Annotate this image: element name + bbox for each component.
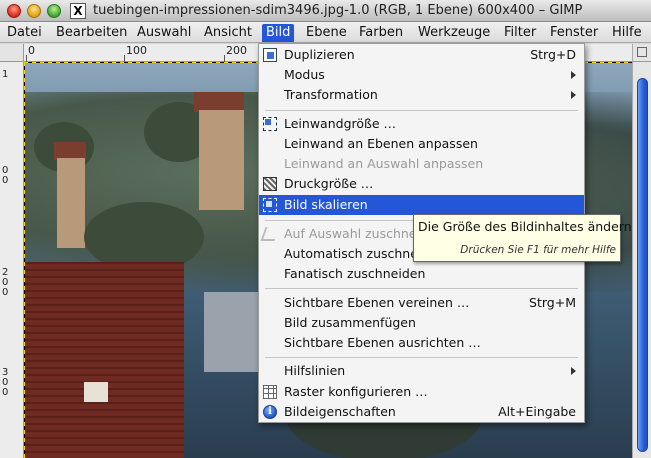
- minimize-window-button[interactable]: [27, 4, 41, 18]
- menu-item-label: Transformation: [284, 87, 378, 102]
- ruler-tick: [26, 55, 27, 62]
- menu-item-label: Bildeigenschaften: [284, 404, 396, 419]
- menu-item-label: Duplizieren: [284, 47, 355, 62]
- ruler-tick: [124, 55, 125, 62]
- canvas-size-icon: [263, 117, 277, 131]
- print-size-icon: [263, 177, 277, 191]
- menu-item-sichtbare-ebenen-vereinen[interactable]: Sichtbare Ebenen vereinen … Strg+M: [259, 293, 584, 313]
- crop-icon: [260, 227, 280, 241]
- menu-item-shortcut: Alt+Eingabe: [498, 404, 576, 419]
- ruler-label: 200: [226, 44, 247, 57]
- ruler-label: 0: [2, 165, 9, 176]
- menu-bild[interactable]: Bild: [262, 24, 295, 42]
- menubar: Datei Bearbeiten Auswahl Ansicht Bild Eb…: [0, 22, 651, 43]
- menu-hilfe[interactable]: Hilfe: [608, 24, 646, 42]
- menu-item-shortcut: Strg+M: [529, 295, 576, 310]
- menu-filter[interactable]: Filter: [500, 24, 540, 42]
- menu-item-label: Modus: [284, 67, 325, 82]
- ruler-label: 3: [2, 367, 9, 378]
- menu-item-shortcut: Strg+D: [530, 47, 576, 62]
- ruler-label: 0: [2, 377, 9, 388]
- menu-item-label: Sichtbare Ebenen vereinen …: [284, 295, 470, 310]
- menu-ebene[interactable]: Ebene: [302, 24, 351, 42]
- menu-item-label: Raster konfigurieren …: [284, 384, 428, 399]
- tooltip-hint: Drücken Sie F1 für mehr Hilfe: [460, 244, 616, 256]
- menu-farben[interactable]: Farben: [355, 24, 407, 42]
- navigate-button[interactable]: [632, 44, 651, 62]
- ruler-label: 0: [2, 287, 9, 298]
- ruler-tick: [224, 55, 225, 62]
- menu-item-label: Bild zusammenfügen: [284, 315, 416, 330]
- menu-item-leinwand-an-ebenen[interactable]: Leinwand an Ebenen anpassen: [259, 134, 584, 154]
- menu-datei[interactable]: Datei: [3, 24, 46, 42]
- photo-roof: [194, 92, 244, 112]
- menu-item-label: Druckgröße …: [284, 176, 374, 191]
- photo-red-roof: [24, 262, 184, 458]
- menu-bearbeiten[interactable]: Bearbeiten: [52, 24, 131, 42]
- menu-item-sichtbare-ebenen-ausrichten[interactable]: Sichtbare Ebenen ausrichten …: [259, 333, 584, 353]
- scale-image-icon: [263, 198, 277, 212]
- vertical-ruler[interactable]: 1 0 0 2 0 0 3 0 0: [0, 62, 24, 458]
- menu-item-hilfslinien[interactable]: Hilfslinien: [259, 361, 584, 381]
- info-icon: i: [263, 405, 277, 419]
- menu-fenster[interactable]: Fenster: [546, 24, 602, 42]
- menu-item-bild-skalieren[interactable]: Bild skalieren: [259, 195, 584, 215]
- tooltip-text: Die Größe des Bildinhaltes ändern: [418, 219, 632, 234]
- menu-item-label: Leinwand an Auswahl anpassen: [284, 156, 484, 171]
- menu-ansicht[interactable]: Ansicht: [200, 24, 256, 42]
- layer-boundary: [24, 62, 25, 458]
- menu-auswahl[interactable]: Auswahl: [133, 24, 195, 42]
- scrollbar-thumb[interactable]: [637, 78, 648, 452]
- ruler-label: 0: [2, 175, 9, 186]
- vertical-scrollbar[interactable]: [632, 62, 651, 458]
- menu-item-modus[interactable]: Modus: [259, 65, 584, 85]
- submenu-arrow-icon: [571, 367, 576, 375]
- menu-separator: [265, 288, 578, 289]
- menu-item-label: Hilfslinien: [284, 363, 346, 378]
- menu-item-label: Bild skalieren: [284, 197, 368, 212]
- ruler-label: 2: [2, 267, 9, 278]
- navigate-icon: [637, 47, 647, 57]
- ruler-label: 100: [126, 44, 147, 57]
- x11-icon: X: [70, 3, 86, 19]
- photo-building: [199, 110, 244, 210]
- menu-item-label: Fanatisch zuschneiden: [284, 266, 426, 281]
- grid-icon: [263, 385, 277, 399]
- photo-building: [57, 158, 85, 248]
- submenu-arrow-icon: [571, 71, 576, 79]
- submenu-arrow-icon: [571, 91, 576, 99]
- duplicate-icon: [263, 48, 277, 62]
- menu-item-bild-zusammenfuegen[interactable]: Bild zusammenfügen: [259, 313, 584, 333]
- menu-item-bildeigenschaften[interactable]: i Bildeigenschaften Alt+Eingabe: [259, 402, 584, 422]
- menu-item-transformation[interactable]: Transformation: [259, 85, 584, 105]
- menu-item-label: Leinwandgröße …: [284, 116, 397, 131]
- window-titlebar[interactable]: X tuebingen-impressionen-sdim3496.jpg-1.…: [0, 0, 651, 22]
- menu-separator: [265, 357, 578, 358]
- close-window-button[interactable]: [7, 4, 21, 18]
- photo-window: [84, 382, 108, 402]
- ruler-label: 1: [2, 69, 9, 80]
- window-title: tuebingen-impressionen-sdim3496.jpg-1.0 …: [93, 3, 583, 18]
- ruler-label: 0: [2, 277, 9, 288]
- ruler-label: 0: [28, 44, 35, 57]
- menu-item-label: Leinwand an Ebenen anpassen: [284, 136, 478, 151]
- menu-item-raster-konfigurieren[interactable]: Raster konfigurieren …: [259, 382, 584, 402]
- menu-item-leinwand-an-auswahl[interactable]: Leinwand an Auswahl anpassen: [259, 154, 584, 174]
- menu-separator: [265, 110, 578, 111]
- ruler-corner[interactable]: [0, 44, 24, 62]
- menu-item-fanatisch-zuschneiden[interactable]: Fanatisch zuschneiden: [259, 264, 584, 284]
- menu-item-druckgroesse[interactable]: Druckgröße …: [259, 174, 584, 194]
- menu-item-label: Sichtbare Ebenen ausrichten …: [284, 335, 481, 350]
- menu-item-duplizieren[interactable]: Duplizieren Strg+D: [259, 45, 584, 65]
- menu-werkzeuge[interactable]: Werkzeuge: [414, 24, 494, 42]
- menu-item-leinwandgroesse[interactable]: Leinwandgröße …: [259, 114, 584, 134]
- tooltip: Die Größe des Bildinhaltes ändern Drücke…: [413, 214, 632, 262]
- zoom-window-button[interactable]: [47, 4, 61, 18]
- ruler-label: 0: [2, 387, 9, 398]
